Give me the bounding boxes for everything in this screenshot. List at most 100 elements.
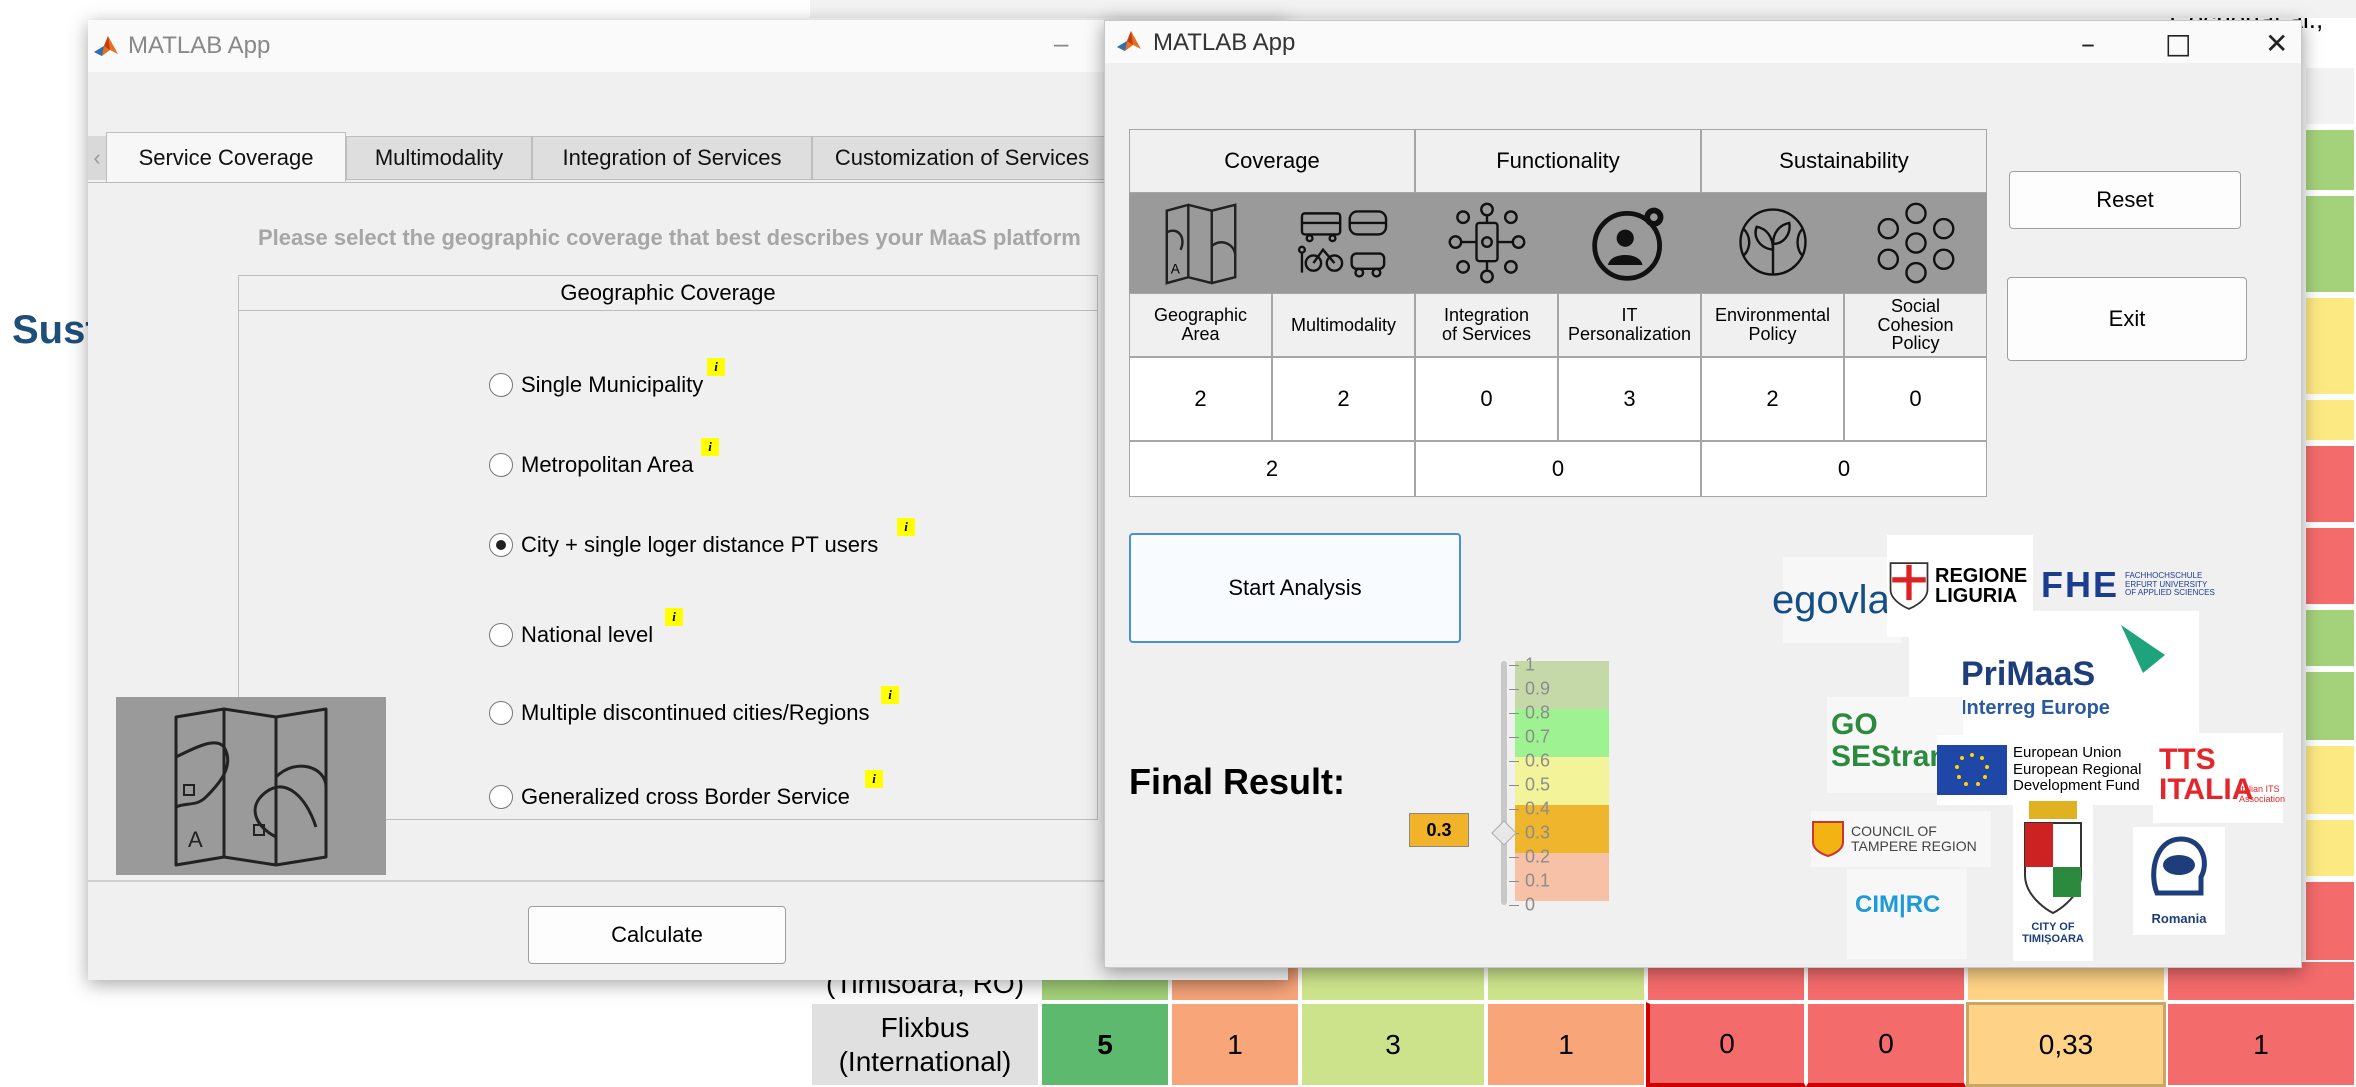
background-cell <box>2304 818 2356 878</box>
folded-map-icon: A <box>116 697 386 875</box>
matlab-logo-icon <box>1115 27 1143 55</box>
background-cell: 1 <box>1486 1002 1646 1087</box>
tab-service-coverage[interactable]: Service Coverage <box>106 132 346 182</box>
info-icon[interactable]: i <box>701 438 719 456</box>
gauge-tick <box>1509 809 1519 810</box>
regione-liguria-text: REGIONE LIGURIA <box>1935 565 2028 607</box>
calculate-button[interactable]: Calculate <box>528 906 786 964</box>
option-label: National level <box>521 622 654 647</box>
gauge-tick <box>1509 785 1519 786</box>
cim-rc-text: CIM|RC <box>1855 891 1941 918</box>
background-cell <box>2304 66 2356 126</box>
background-cell <box>2304 670 2356 742</box>
score-integration-of-services: 0 <box>1415 357 1558 441</box>
eu-regional-fund-logo: European Union European Regional Develop… <box>1937 735 2167 805</box>
radio-button[interactable] <box>489 373 513 397</box>
group-score-coverage: 2 <box>1129 441 1415 497</box>
info-icon[interactable]: i <box>897 518 915 536</box>
info-icon[interactable]: i <box>707 358 725 376</box>
criterion-it-personalization: IT Personalization <box>1558 293 1701 357</box>
option-national-level[interactable]: National level i <box>489 608 683 652</box>
background-cell <box>2304 526 2356 606</box>
go-sestran-text: GO SEStran <box>1831 708 1948 773</box>
tampere-region-logo: COUNCIL OF TAMPERE REGION <box>1811 811 1991 867</box>
maximize-button[interactable]: □ <box>2165 27 2191 60</box>
option-label: City + single loger distance PT users <box>521 532 879 557</box>
tab-integration-of-services[interactable]: Integration of Services <box>532 136 812 180</box>
egovlab-logo: egovlab <box>1772 557 1912 643</box>
criterion-geographic-area: Geographic Area <box>1129 293 1272 357</box>
background-row-label: Flixbus (International) <box>810 1002 1040 1087</box>
gauge-tick-label: 0.1 <box>1525 870 1551 891</box>
exit-button[interactable]: Exit <box>2007 277 2247 361</box>
group-score-sustainability: 0 <box>1701 441 1987 497</box>
background-cell: 0 <box>1646 1002 1806 1087</box>
option-generalized-cross-border[interactable]: Generalized cross Border Service i <box>489 770 883 814</box>
start-analysis-button[interactable]: Start Analysis <box>1129 533 1461 643</box>
final-result-value: 0.3 <box>1409 813 1469 847</box>
option-label: Single Municipality <box>521 372 704 397</box>
gauge-tick-label: 1 <box>1525 654 1536 675</box>
tab-multimodality[interactable]: Multimodality <box>346 136 532 180</box>
interreg-logo-text: Interreg Europe <box>1961 697 2110 719</box>
final-result-label: Final Result: <box>1129 761 1346 802</box>
radio-button[interactable] <box>489 785 513 809</box>
its-romania-head-icon <box>2151 836 2207 896</box>
window-title: MATLAB App <box>1153 29 1296 56</box>
gauge-tick <box>1509 713 1519 714</box>
option-metropolitan-area[interactable]: Metropolitan Area i <box>489 438 719 482</box>
background-cell <box>2304 608 2356 668</box>
minimize-button[interactable]: – <box>2081 27 2095 60</box>
info-icon[interactable]: i <box>881 686 899 704</box>
gauge-tick <box>1509 665 1519 666</box>
its-romania-logo: Romania <box>2133 827 2225 935</box>
radio-button[interactable] <box>489 701 513 725</box>
reset-button[interactable]: Reset <box>2009 171 2241 229</box>
group-score-functionality: 0 <box>1415 441 1701 497</box>
background-sheet-header <box>810 0 2356 18</box>
gauge-tick <box>1509 857 1519 858</box>
liguria-crest-icon <box>1889 562 1929 610</box>
tts-italia-logo: TTS ITALIA Italian ITS Association <box>2153 733 2285 823</box>
criterion-integration-of-services: Integration of Services <box>1415 293 1558 357</box>
eu-fund-text: European Union European Regional Develop… <box>2013 744 2142 795</box>
option-label: Generalized cross Border Service <box>521 784 850 809</box>
result-gauge[interactable]: 1 0.9 0.8 0.7 0.6 0.5 0.4 0.3 0.2 0.1 0 <box>1485 655 1645 915</box>
info-icon[interactable]: i <box>865 770 883 788</box>
tab-scroll-left-icon[interactable]: ‹ <box>88 136 106 180</box>
close-button[interactable]: ✕ <box>2265 27 2288 60</box>
eu-flag-icon <box>1937 745 2007 795</box>
tab-customization-of-services[interactable]: Customization of Services <box>812 136 1112 180</box>
background-cell <box>2304 296 2356 396</box>
background-cell <box>2304 194 2356 294</box>
radio-button[interactable] <box>489 453 513 477</box>
option-city-single-longer-distance[interactable]: City + single loger distance PT users i <box>489 518 915 562</box>
matlab-app-window-results[interactable]: MATLAB App – □ ✕ Coverage Functionality … <box>1104 20 2302 968</box>
tampere-crest-icon <box>1812 821 1844 858</box>
radio-button[interactable] <box>489 623 513 647</box>
title-bar[interactable]: MATLAB App – □ ✕ <box>1105 21 2301 63</box>
gauge-tick-label: 0.6 <box>1525 750 1551 771</box>
background-heading-fragment: Sust <box>12 308 99 352</box>
minimize-button[interactable]: – <box>1054 28 1068 59</box>
gauge-pointer[interactable] <box>1491 820 1517 846</box>
group-title: Geographic Coverage <box>239 276 1097 311</box>
svg-text:A: A <box>188 827 203 852</box>
score-environmental-policy: 2 <box>1701 357 1844 441</box>
option-single-municipality[interactable]: Single Municipality i <box>489 358 725 402</box>
radio-button-selected[interactable] <box>489 533 513 557</box>
gauge-tick <box>1509 905 1519 906</box>
gauge-tick-label: 0.2 <box>1525 846 1551 867</box>
group-header-sustainability: Sustainability <box>1701 129 1987 193</box>
gauge-tick <box>1509 881 1519 882</box>
option-multiple-discontinued-cities[interactable]: Multiple discontinued cities/Regions i <box>489 686 899 730</box>
gauge-tick-label: 0.8 <box>1525 702 1551 723</box>
timisoara-logo: CITY OF TIMIȘOARA <box>2013 797 2093 961</box>
group-header-functionality: Functionality <box>1415 129 1701 193</box>
group-header-coverage: Coverage <box>1129 129 1415 193</box>
background-cell <box>2304 744 2356 816</box>
score-geographic-area: 2 <box>1129 357 1272 441</box>
gauge-tick-label: 0.7 <box>1525 726 1551 747</box>
info-icon[interactable]: i <box>665 608 683 626</box>
gauge-tick <box>1509 737 1519 738</box>
